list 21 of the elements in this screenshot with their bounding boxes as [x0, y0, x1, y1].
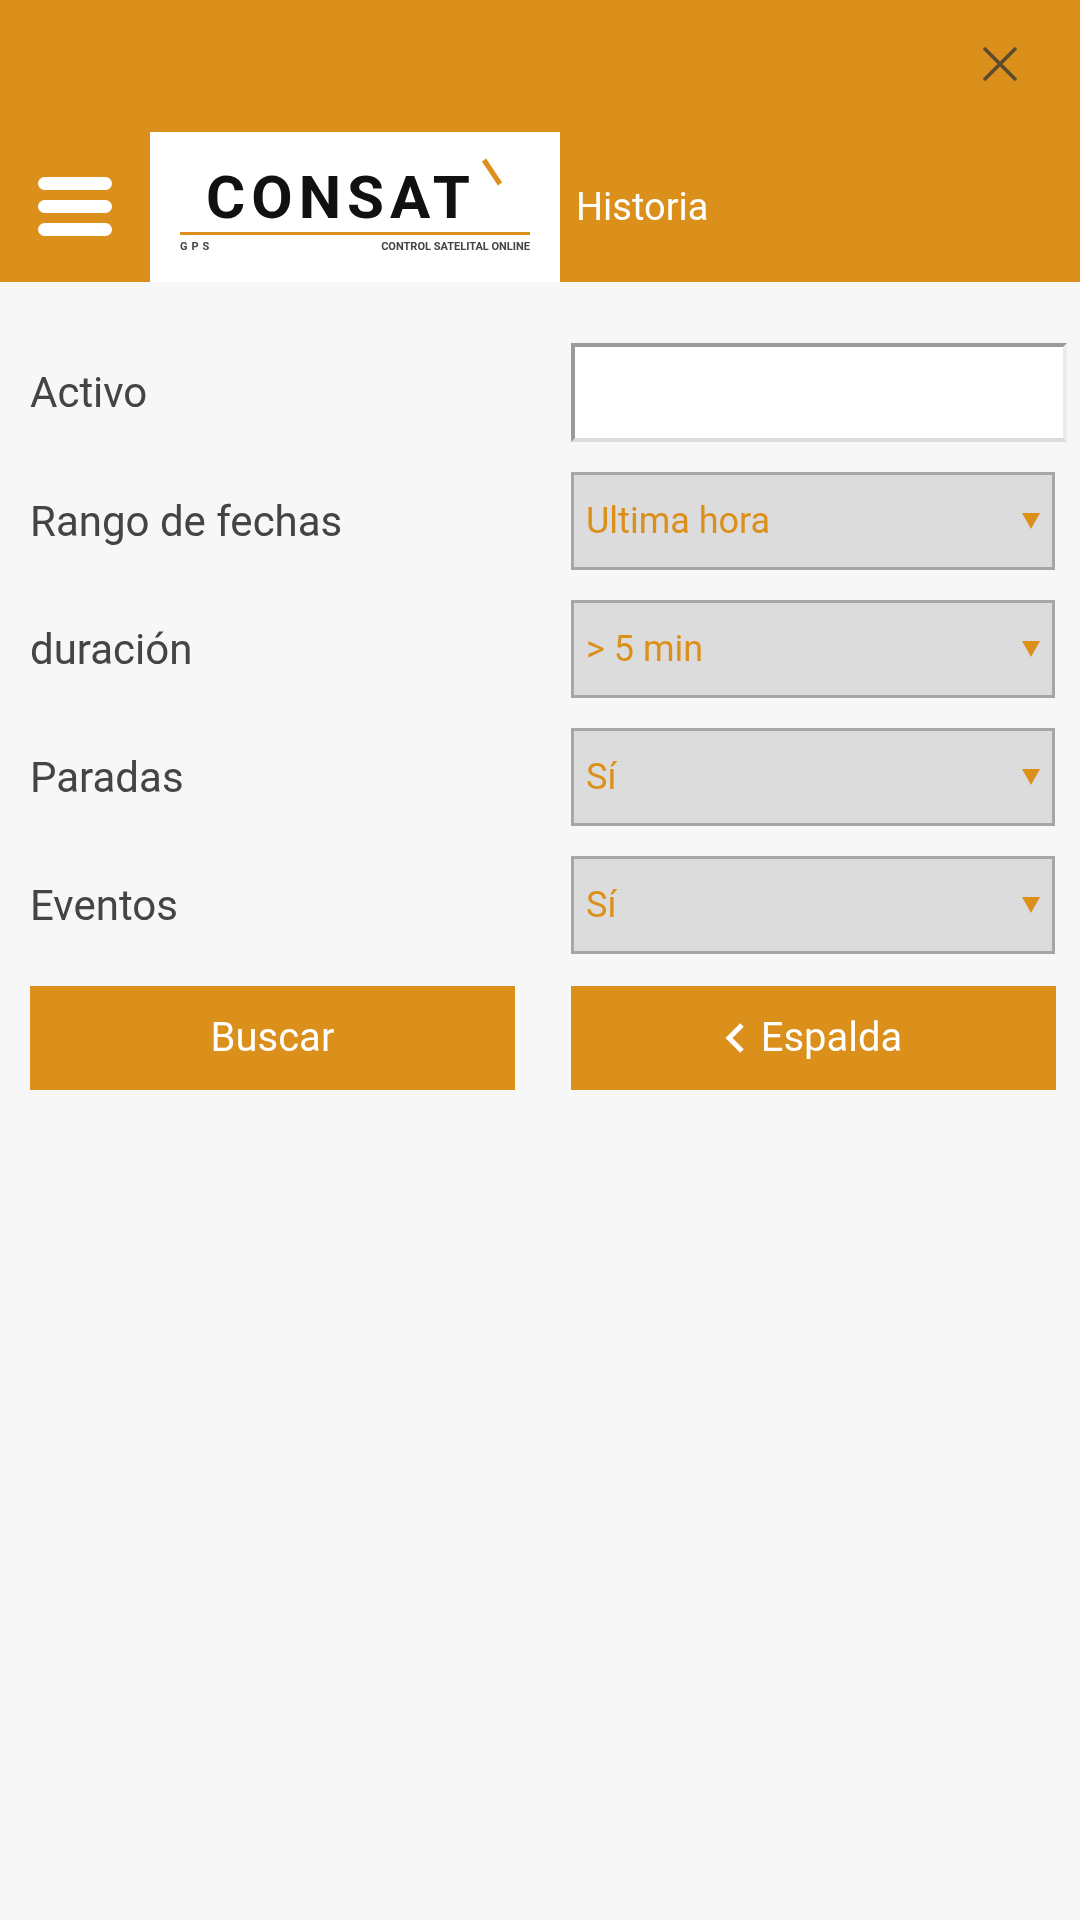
caret-icon: [1022, 897, 1040, 913]
close-icon[interactable]: [982, 46, 1018, 82]
field-label: Activo: [30, 367, 149, 419]
field-label: Eventos: [30, 879, 179, 932]
dropdown-field[interactable]: Ultima hora: [571, 472, 1055, 570]
page-title: Historia: [576, 183, 709, 231]
field-label: Paradas: [30, 751, 185, 804]
text-field[interactable]: [571, 343, 1067, 442]
field-label: Rango de fechas: [30, 495, 344, 548]
field-label: duración: [30, 623, 194, 676]
logo: CONSAT GPS CONTROL SATELITAL ONLINE: [150, 132, 560, 282]
dropdown-field[interactable]: > 5 min: [571, 600, 1055, 698]
caret-icon: [1022, 513, 1040, 529]
dropdown-field[interactable]: Sí: [571, 728, 1055, 826]
menu-icon[interactable]: [38, 177, 112, 237]
back-button[interactable]: Espalda: [571, 986, 1056, 1090]
chevron-left-icon: [724, 1022, 745, 1054]
dropdown-field[interactable]: Sí: [571, 856, 1055, 954]
caret-icon: [1022, 769, 1040, 785]
search-button[interactable]: Buscar: [30, 986, 515, 1090]
caret-icon: [1022, 641, 1040, 657]
